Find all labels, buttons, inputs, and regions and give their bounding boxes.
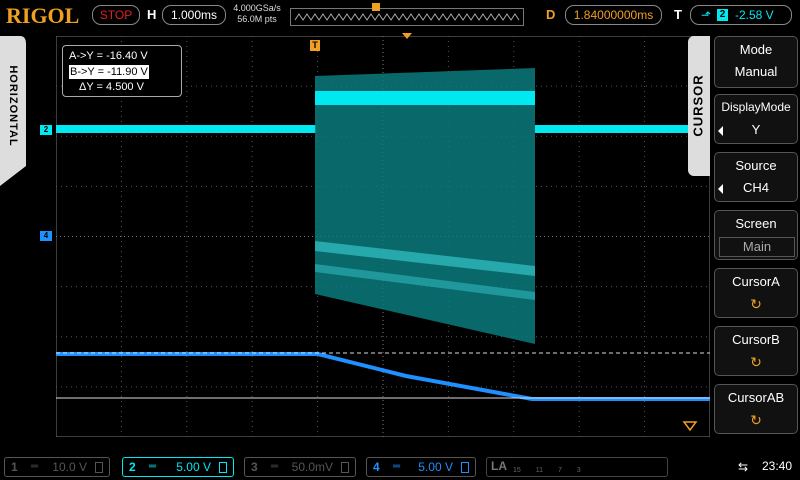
menu-item-label: Mode <box>739 42 773 57</box>
channel-status-bar: 1 ═ 10.0 V 2 ═ 5.00 V 3 ═ 50.0mV 4 ═ 5.0… <box>0 452 800 480</box>
menu-item-source[interactable]: Source CH4 <box>714 152 798 202</box>
multifunction-knob-icon: ↻ <box>750 412 762 428</box>
la-channel-groups: 15 11 7 3 <box>513 467 581 474</box>
trigger-settings[interactable]: ⬏ 2 -2.58 V <box>690 5 792 25</box>
cursor-b-readout: B->Y = -11.90 V <box>69 65 149 79</box>
bandwidth-limit-icon <box>341 462 349 473</box>
top-status-bar: RIGOL STOP H 1.000ms 4.000GSa/s 56.0M pt… <box>0 0 800 30</box>
channel-number: 4 <box>373 460 380 474</box>
logic-analyzer-status[interactable]: LA 15 11 7 3 <box>486 457 668 477</box>
trigger-label: T <box>674 7 682 22</box>
menu-item-value: Y <box>751 122 761 137</box>
memory-depth: 56.0M pts <box>237 14 277 24</box>
multifunction-knob-icon: ↻ <box>750 296 762 312</box>
menu-item-mode[interactable]: Mode Manual <box>714 36 798 88</box>
bandwidth-limit-icon <box>95 462 103 473</box>
run-stop-status[interactable]: STOP <box>92 5 140 25</box>
system-clock: 23:40 <box>762 459 793 473</box>
menu-item-screen[interactable]: Screen Main <box>714 210 798 260</box>
trigger-position-marker <box>372 3 380 11</box>
menu-item-displaymode[interactable]: DisplayMode Y <box>714 94 798 144</box>
multifunction-knob-icon: ↻ <box>750 354 762 370</box>
menu-item-cursora[interactable]: CursorA ↻ <box>714 268 798 318</box>
channel-scale: 5.00 V <box>176 460 211 474</box>
center-marker-icon <box>402 33 412 39</box>
channel-scale: 10.0 V <box>52 460 87 474</box>
channel-scale: 50.0mV <box>291 460 333 474</box>
bandwidth-limit-icon <box>461 462 469 473</box>
trigger-time-marker: T <box>310 40 320 51</box>
dc-coupling-icon: ═ <box>31 461 39 472</box>
trigger-source-channel: 2 <box>717 9 728 21</box>
ch2-marker[interactable]: 2 <box>40 125 52 135</box>
channel-number: 3 <box>251 460 258 474</box>
dc-coupling-icon: ═ <box>271 461 279 472</box>
bandwidth-limit-icon <box>219 462 227 473</box>
delay-value[interactable]: 1.84000000ms <box>565 5 662 25</box>
usb-icon: ⇆ <box>738 460 749 474</box>
ch2-trace-right <box>535 125 710 133</box>
ch1-status[interactable]: 1 ═ 10.0 V <box>4 457 110 477</box>
trigger-level-marker <box>682 421 698 432</box>
cursor-a-readout: A->Y = -16.40 V <box>69 50 148 62</box>
menu-item-label: Screen <box>735 216 777 231</box>
menu-item-label: CursorB <box>732 332 780 347</box>
menu-item-cursorb[interactable]: CursorB ↻ <box>714 326 798 376</box>
ch2-burst-envelope <box>315 68 535 344</box>
la-label: LA <box>491 459 507 473</box>
dc-coupling-icon: ═ <box>393 461 401 472</box>
menu-item-value: CH4 <box>742 180 769 195</box>
cursor-readout-box: A->Y = -16.40 V B->Y = -11.90 V ΔY = 4.5… <box>62 45 182 97</box>
menu-item-value: Main <box>719 237 795 257</box>
delay-label: D <box>546 7 556 22</box>
memory-position-strip[interactable] <box>290 3 524 26</box>
ch3-status[interactable]: 3 ═ 50.0mV <box>244 457 356 477</box>
menu-item-label: CursorA <box>732 274 780 289</box>
cursor-delta-readout: ΔY = 4.500 V <box>79 81 144 93</box>
menu-item-label: CursorAB <box>727 390 785 405</box>
rising-edge-icon: ⬏ <box>701 8 712 22</box>
horizontal-label: H <box>147 7 157 22</box>
horizontal-tab[interactable]: HORIZONTAL <box>0 38 26 188</box>
cursor-menu-tab: CURSOR <box>688 36 710 176</box>
ch4-status[interactable]: 4 ═ 5.00 V <box>366 457 476 477</box>
menu-item-label: DisplayMode <box>721 100 791 114</box>
sample-rate: 4.000GSa/s <box>233 3 281 13</box>
channel-scale: 5.00 V <box>418 460 453 474</box>
dc-coupling-icon: ═ <box>149 461 157 472</box>
menu-item-value: Manual <box>734 64 778 79</box>
ch2-trace-left <box>56 125 316 133</box>
horizontal-tab-label: HORIZONTAL <box>7 65 19 147</box>
ch2-waveform <box>56 68 710 344</box>
ch2-burst-upper-band <box>315 91 535 105</box>
ch2-status[interactable]: 2 ═ 5.00 V <box>122 457 234 477</box>
ch4-marker[interactable]: 4 <box>40 231 52 241</box>
menu-item-cursorab[interactable]: CursorAB ↻ <box>714 384 798 434</box>
channel-number: 2 <box>129 460 136 474</box>
acquisition-info: 4.000GSa/s 56.0M pts <box>229 3 285 25</box>
timebase-value[interactable]: 1.000ms <box>162 5 226 25</box>
memory-waveform-icon <box>294 13 520 21</box>
trigger-level: -2.58 V <box>735 8 774 22</box>
channel-number: 1 <box>11 460 18 474</box>
menu-item-label: Source <box>735 158 777 173</box>
brand-logo: RIGOL <box>6 3 80 28</box>
cursor-menu-title: CURSOR <box>690 74 706 137</box>
